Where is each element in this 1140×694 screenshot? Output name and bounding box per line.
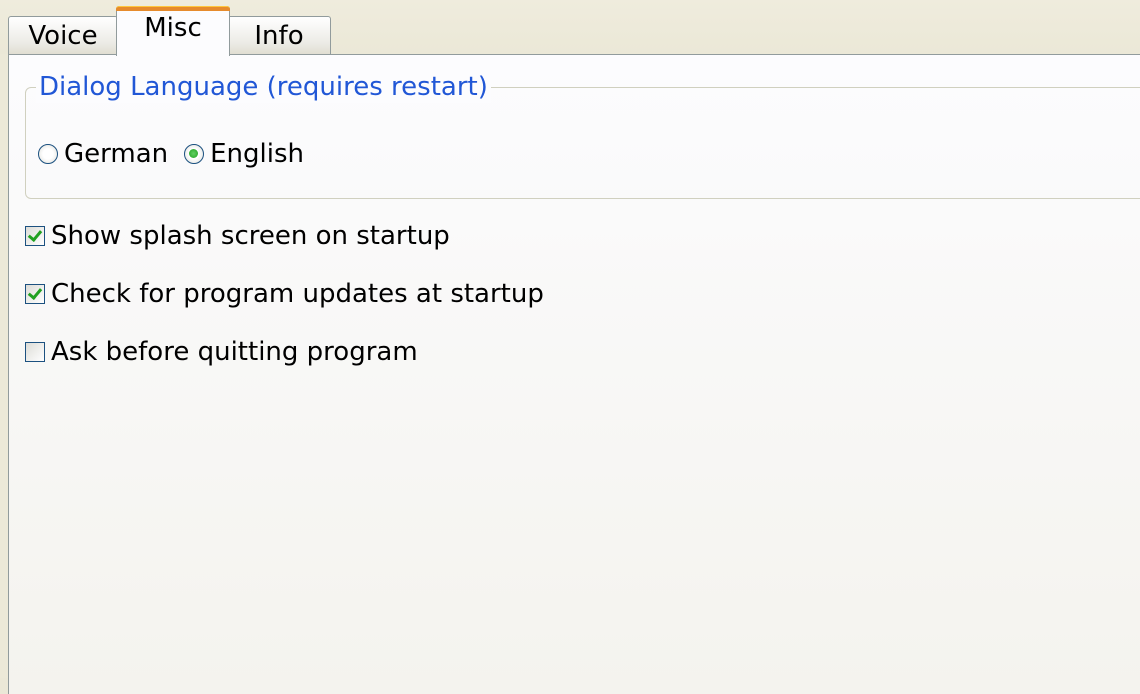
check-updates-checkmark-icon[interactable]	[25, 284, 45, 304]
radio-english-circle-icon[interactable]	[184, 144, 205, 164]
tab-strip: Voice Info Misc	[0, 0, 1140, 56]
radio-english-label[interactable]: English	[210, 139, 304, 169]
tab-info[interactable]: Info	[227, 16, 331, 54]
tab-misc[interactable]: Misc	[116, 6, 230, 56]
check-updates-checkbox[interactable]: Check for program updates at startup	[25, 279, 544, 309]
language-radio-group: German English	[38, 139, 320, 169]
ask-before-quit-checkbox-icon[interactable]	[25, 342, 45, 362]
tab-info-label: Info	[254, 20, 304, 51]
ask-before-quit-label[interactable]: Ask before quitting program	[51, 337, 418, 367]
radio-german-label[interactable]: German	[64, 139, 168, 169]
dialog-language-group: Dialog Language (requires restart) Germa…	[25, 71, 1140, 199]
dialog-language-title: Dialog Language (requires restart)	[36, 71, 491, 103]
tab-voice[interactable]: Voice	[8, 16, 118, 54]
show-splash-label[interactable]: Show splash screen on startup	[51, 221, 450, 251]
tab-voice-label: Voice	[28, 20, 98, 51]
misc-panel: Dialog Language (requires restart) Germa…	[8, 54, 1140, 694]
settings-window: Voice Info Misc Dialog Language (require…	[0, 0, 1140, 694]
show-splash-checkbox[interactable]: Show splash screen on startup	[25, 221, 450, 251]
radio-english[interactable]: English	[184, 139, 304, 169]
radio-german-circle-icon[interactable]	[38, 144, 58, 164]
show-splash-checkmark-icon[interactable]	[25, 226, 45, 246]
radio-german[interactable]: German	[38, 139, 168, 169]
ask-before-quit-checkbox[interactable]: Ask before quitting program	[25, 337, 418, 367]
tab-misc-label: Misc	[144, 12, 202, 43]
check-updates-label[interactable]: Check for program updates at startup	[51, 279, 544, 309]
